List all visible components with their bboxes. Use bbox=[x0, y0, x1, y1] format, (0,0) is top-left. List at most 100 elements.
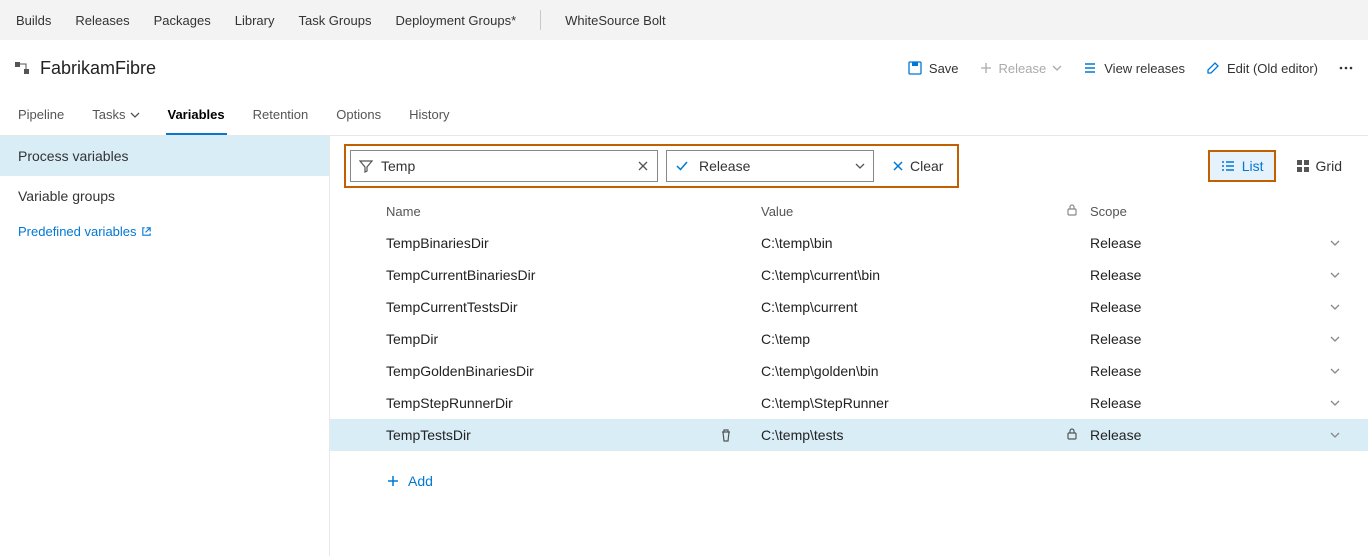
table-header: Name Value Scope bbox=[330, 196, 1368, 227]
variable-value-cell[interactable]: C:\temp\tests bbox=[761, 427, 1056, 443]
save-button[interactable]: Save bbox=[907, 60, 959, 76]
col-value-header[interactable]: Value bbox=[761, 204, 1056, 219]
view-list-button[interactable]: List bbox=[1208, 150, 1276, 182]
nav-builds[interactable]: Builds bbox=[16, 13, 51, 28]
nav-separator bbox=[540, 10, 541, 30]
variables-table-body: TempBinariesDirC:\temp\binReleaseTempCur… bbox=[330, 227, 1368, 451]
variable-scope-cell[interactable]: Release bbox=[1088, 235, 1348, 251]
header: FabrikamFibre Save Release View releases… bbox=[0, 40, 1368, 96]
filter-group-highlight: Temp Release Clear bbox=[344, 144, 959, 188]
chevron-down-icon bbox=[1330, 430, 1340, 440]
tab-pipeline[interactable]: Pipeline bbox=[16, 96, 66, 135]
nav-packages[interactable]: Packages bbox=[154, 13, 211, 28]
filter-scope-value: Release bbox=[699, 158, 750, 174]
variable-value-cell[interactable]: C:\temp\current bbox=[761, 299, 1056, 315]
nav-deployment-groups[interactable]: Deployment Groups* bbox=[395, 13, 516, 28]
variable-scope-cell[interactable]: Release bbox=[1088, 427, 1348, 443]
tab-history[interactable]: History bbox=[407, 96, 451, 135]
variable-name-cell[interactable]: TempCurrentBinariesDir bbox=[386, 267, 761, 283]
variable-scope: Release bbox=[1090, 427, 1141, 443]
nav-releases[interactable]: Releases bbox=[75, 13, 129, 28]
chevron-down-icon bbox=[855, 161, 865, 171]
variable-name-cell[interactable]: TempBinariesDir bbox=[386, 235, 761, 251]
table-row[interactable]: TempCurrentBinariesDir C:\temp\current\bi… bbox=[330, 259, 1368, 291]
pipeline-title: FabrikamFibre bbox=[40, 58, 156, 79]
variable-name-cell[interactable]: TempDir bbox=[386, 331, 761, 347]
variable-value-cell[interactable]: C:\temp\current\bin bbox=[761, 267, 1056, 283]
variable-name: TempDir bbox=[386, 331, 438, 347]
variable-scope: Release bbox=[1090, 235, 1141, 251]
check-icon bbox=[675, 159, 689, 173]
filter-scope-dropdown[interactable]: Release bbox=[666, 150, 874, 182]
view-grid-button[interactable]: Grid bbox=[1284, 150, 1354, 182]
clear-input-icon[interactable] bbox=[637, 160, 649, 172]
variables-toolbar: Temp Release Clear Li bbox=[344, 136, 1368, 196]
variable-value-cell[interactable]: C:\temp bbox=[761, 331, 1056, 347]
clear-filters-button[interactable]: Clear bbox=[882, 158, 953, 174]
table-row[interactable]: TempTestsDir C:\temp\tests Release bbox=[330, 419, 1368, 451]
table-row[interactable]: TempDir C:\temp Release bbox=[330, 323, 1368, 355]
col-scope-header[interactable]: Scope bbox=[1088, 204, 1368, 219]
col-lock-header bbox=[1056, 204, 1088, 219]
variable-lock-cell[interactable] bbox=[1056, 427, 1088, 443]
table-row[interactable]: TempStepRunnerDirC:\temp\StepRunner Relea… bbox=[330, 387, 1368, 419]
variable-value-cell[interactable]: C:\temp\bin bbox=[761, 235, 1056, 251]
predefined-variables-link[interactable]: Predefined variables bbox=[0, 216, 329, 247]
external-link-icon bbox=[141, 226, 152, 237]
top-nav: Builds Releases Packages Library Task Gr… bbox=[0, 0, 1368, 40]
sidebar-item-process-variables[interactable]: Process variables bbox=[0, 136, 329, 176]
table-row[interactable]: TempCurrentTestsDir C:\temp\current Releas… bbox=[330, 291, 1368, 323]
tab-tasks-label: Tasks bbox=[92, 107, 125, 122]
table-row[interactable]: TempBinariesDirC:\temp\bin Release bbox=[330, 227, 1368, 259]
delete-icon[interactable] bbox=[719, 428, 733, 442]
variable-scope-cell[interactable]: Release bbox=[1088, 331, 1348, 347]
more-actions-button[interactable] bbox=[1338, 60, 1354, 76]
pencil-icon bbox=[1205, 60, 1221, 76]
variable-value-cell[interactable]: C:\temp\golden\bin bbox=[761, 363, 1056, 379]
nav-whitesource-bolt[interactable]: WhiteSource Bolt bbox=[565, 13, 665, 28]
variable-name-cell[interactable]: TempGoldenBinariesDir bbox=[386, 363, 761, 379]
tab-retention[interactable]: Retention bbox=[251, 96, 311, 135]
add-variable-button[interactable]: Add bbox=[330, 451, 1368, 497]
more-icon bbox=[1338, 60, 1354, 76]
nav-task-groups[interactable]: Task Groups bbox=[298, 13, 371, 28]
add-label: Add bbox=[408, 473, 433, 489]
release-button[interactable]: Release bbox=[979, 61, 1063, 76]
variable-value-cell[interactable]: C:\temp\StepRunner bbox=[761, 395, 1056, 411]
edit-old-editor-button[interactable]: Edit (Old editor) bbox=[1205, 60, 1318, 76]
filter-name-input[interactable]: Temp bbox=[350, 150, 658, 182]
chevron-down-icon bbox=[1330, 366, 1340, 376]
nav-library[interactable]: Library bbox=[235, 13, 275, 28]
variable-scope: Release bbox=[1090, 299, 1141, 315]
variable-scope-cell[interactable]: Release bbox=[1088, 395, 1348, 411]
variable-scope: Release bbox=[1090, 331, 1141, 347]
list-icon bbox=[1082, 60, 1098, 76]
list-icon bbox=[1220, 158, 1236, 174]
view-releases-button[interactable]: View releases bbox=[1082, 60, 1185, 76]
save-icon bbox=[907, 60, 923, 76]
tab-variables[interactable]: Variables bbox=[166, 96, 227, 135]
view-list-label: List bbox=[1242, 158, 1264, 174]
view-releases-label: View releases bbox=[1104, 61, 1185, 76]
save-label: Save bbox=[929, 61, 959, 76]
variable-name: TempCurrentTestsDir bbox=[386, 299, 517, 315]
col-name-header[interactable]: Name bbox=[386, 204, 761, 219]
table-row[interactable]: TempGoldenBinariesDirC:\temp\golden\bin R… bbox=[330, 355, 1368, 387]
variable-scope-cell[interactable]: Release bbox=[1088, 299, 1348, 315]
filter-icon bbox=[359, 159, 373, 173]
variable-name-cell[interactable]: TempCurrentTestsDir bbox=[386, 299, 761, 315]
view-toggle: List Grid bbox=[1208, 150, 1354, 182]
variable-name-cell[interactable]: TempTestsDir bbox=[386, 427, 761, 443]
variable-name: TempCurrentBinariesDir bbox=[386, 267, 535, 283]
variable-scope: Release bbox=[1090, 267, 1141, 283]
sidebar-item-variable-groups[interactable]: Variable groups bbox=[0, 176, 329, 216]
variable-scope-cell[interactable]: Release bbox=[1088, 267, 1348, 283]
variables-sidebar: Process variables Variable groups Predef… bbox=[0, 136, 330, 556]
variable-scope: Release bbox=[1090, 395, 1141, 411]
variable-name: TempTestsDir bbox=[386, 427, 471, 443]
variable-scope-cell[interactable]: Release bbox=[1088, 363, 1348, 379]
variable-name-cell[interactable]: TempStepRunnerDir bbox=[386, 395, 761, 411]
tab-tasks[interactable]: Tasks bbox=[90, 96, 141, 135]
edit-old-label: Edit (Old editor) bbox=[1227, 61, 1318, 76]
tab-options[interactable]: Options bbox=[334, 96, 383, 135]
